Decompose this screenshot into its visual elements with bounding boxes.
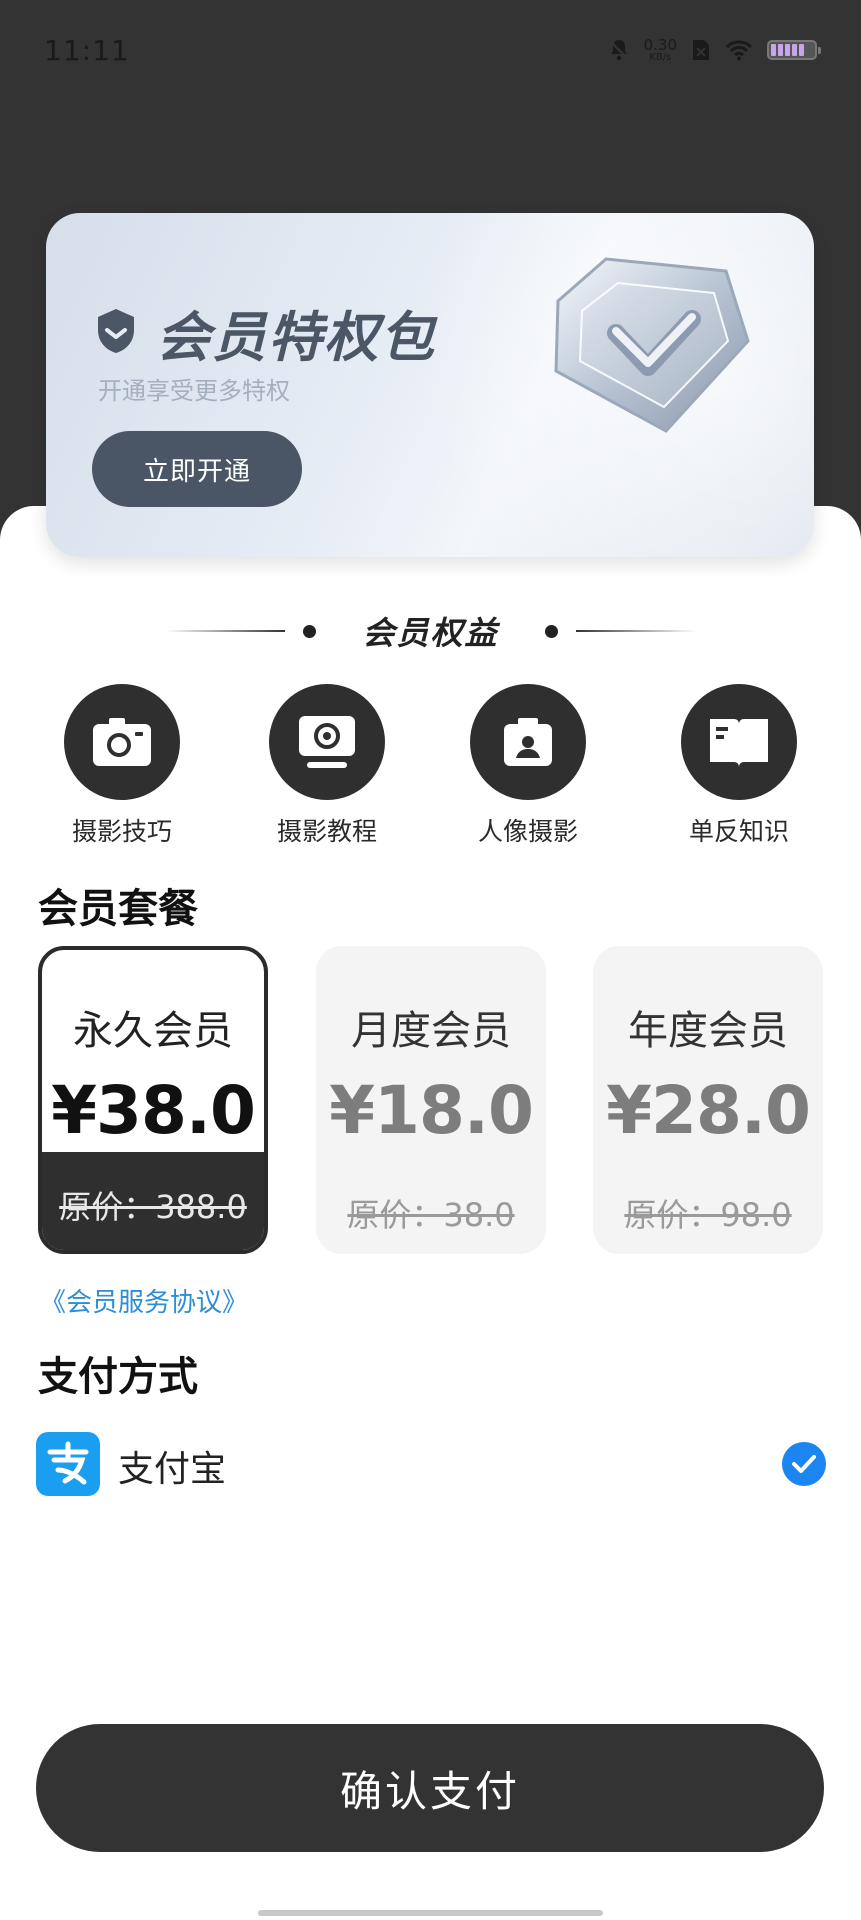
plan-price: ¥38.0 xyxy=(51,1072,256,1149)
plan-card-yearly[interactable]: 年度会员 ¥28.0 原价：98.0 xyxy=(593,946,823,1254)
camera-icon xyxy=(93,718,151,766)
payment-method-name: 支付宝 xyxy=(118,1449,227,1490)
webcam-icon xyxy=(299,716,355,768)
benefits-heading: 会员权益 xyxy=(0,606,861,656)
status-time: 11:11 xyxy=(44,34,130,67)
dot-left xyxy=(303,624,317,638)
benefit-label: 摄影教程 xyxy=(276,817,377,846)
mute-icon xyxy=(608,38,630,62)
net-speed-value: 0.30 xyxy=(643,35,677,54)
payment-title: 支付方式 xyxy=(38,1354,198,1400)
benefit-dslr[interactable]: 单反知识 xyxy=(649,684,829,848)
payment-option-alipay[interactable]: 支付宝 xyxy=(36,1430,826,1496)
divider-right xyxy=(575,630,696,632)
benefit-portrait[interactable]: 人像摄影 xyxy=(438,684,618,848)
plan-card-lifetime[interactable]: 永久会员 ¥38.0 原价：388.0 xyxy=(38,946,268,1254)
benefits-title: 会员权益 xyxy=(362,614,499,652)
status-bar: 11:11 0.30 KB/s xyxy=(0,0,861,100)
plans-title: 会员套餐 xyxy=(38,886,198,932)
gem-check-icon xyxy=(554,257,750,433)
benefit-icon-circle xyxy=(269,684,385,800)
banner-title: 会员特权包 xyxy=(156,306,436,369)
dot-right xyxy=(544,624,558,638)
service-agreement-link[interactable]: 《会员服务协议》 xyxy=(40,1282,248,1319)
plan-price: ¥28.0 xyxy=(606,1072,811,1149)
net-speed-unit: KB/s xyxy=(649,51,672,63)
benefit-label: 摄影技巧 xyxy=(71,817,172,846)
benefits-list: 摄影技巧 摄影教程 人像摄影 单反知识 xyxy=(0,684,861,846)
vip-banner: 会员特权包 开通享受更多特权 立即开通 xyxy=(46,213,814,557)
divider-left xyxy=(165,630,286,632)
plan-price: ¥18.0 xyxy=(329,1072,534,1149)
confirm-payment-button[interactable]: 确认支付 xyxy=(36,1724,824,1852)
benefit-icon-circle xyxy=(470,684,586,800)
battery-icon xyxy=(767,40,821,60)
banner-subtitle: 开通享受更多特权 xyxy=(98,377,290,405)
net-speed: 0.30 KB/s xyxy=(643,35,677,63)
alipay-icon xyxy=(36,1432,100,1496)
shield-icon xyxy=(94,307,138,359)
status-icons: 0.30 KB/s xyxy=(608,30,821,70)
portrait-icon xyxy=(504,718,552,766)
benefit-photo-tutorial[interactable]: 摄影教程 xyxy=(237,684,417,848)
benefit-photo-skills[interactable]: 摄影技巧 xyxy=(32,684,212,848)
wifi-icon xyxy=(725,39,753,61)
plan-name: 永久会员 xyxy=(73,1008,233,1054)
home-indicator[interactable] xyxy=(258,1910,603,1916)
plan-original-price: 原价：98.0 xyxy=(624,1196,792,1234)
plan-name: 年度会员 xyxy=(628,1008,788,1054)
open-now-button[interactable]: 立即开通 xyxy=(92,431,302,507)
benefit-icon-circle xyxy=(64,684,180,800)
benefit-icon-circle xyxy=(681,684,797,800)
banner-title-row: 会员特权包 xyxy=(94,293,436,372)
plan-name: 月度会员 xyxy=(351,1008,511,1054)
benefit-label: 单反知识 xyxy=(688,817,789,846)
check-icon[interactable] xyxy=(782,1442,826,1486)
plan-original-price: 原价：388.0 xyxy=(59,1188,247,1226)
plan-original-price: 原价：38.0 xyxy=(347,1196,515,1234)
benefit-label: 人像摄影 xyxy=(477,817,578,846)
book-icon xyxy=(710,719,768,767)
plan-card-monthly[interactable]: 月度会员 ¥18.0 原价：38.0 xyxy=(316,946,546,1254)
sim-icon xyxy=(691,38,711,62)
